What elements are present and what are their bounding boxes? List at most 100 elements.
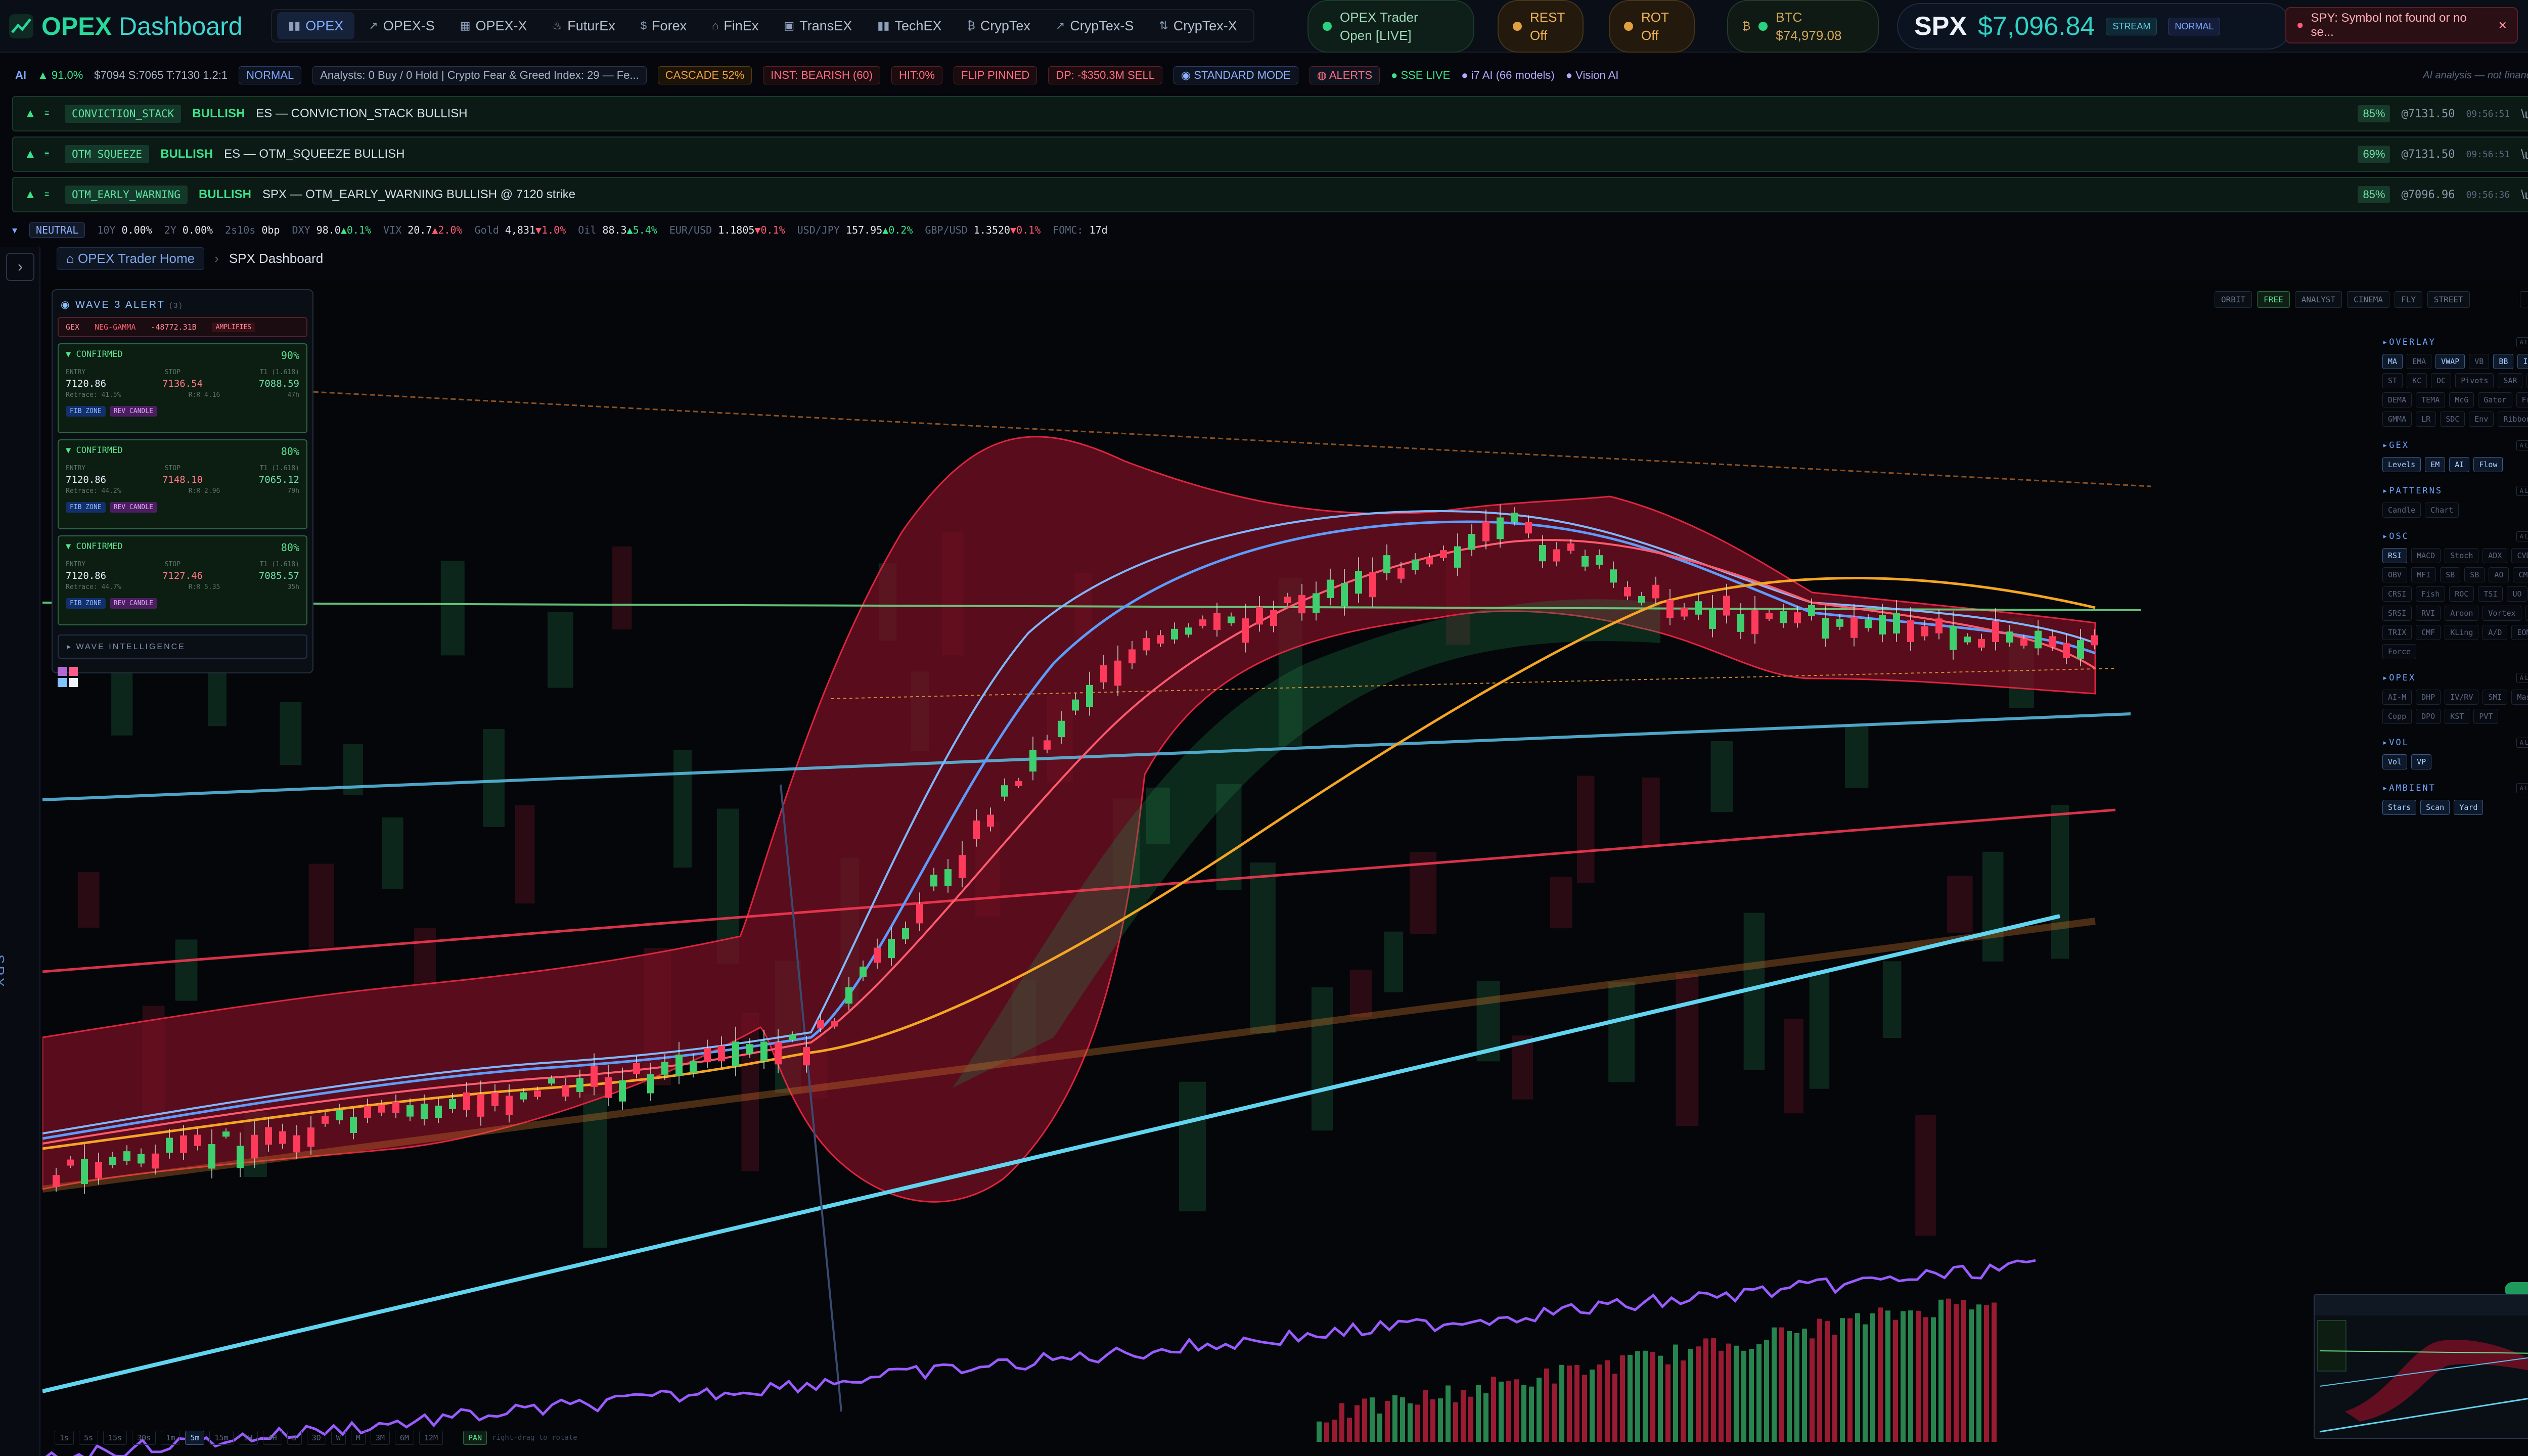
breadcrumb-home[interactable]: ⌂ OPEX Trader Home (57, 247, 205, 270)
timeframe-D[interactable]: D (287, 1431, 302, 1445)
indicator-toggle[interactable]: DHP (2416, 690, 2441, 705)
timeframe-W[interactable]: W (331, 1431, 346, 1445)
tab-cryptex-s[interactable]: ↗ CrypTex-S (1045, 12, 1145, 39)
timeframe-15s[interactable]: 15s (103, 1431, 127, 1445)
indicator-toggle[interactable]: Env (2469, 412, 2494, 427)
section-header[interactable]: ▸ OPEXALLOFF (2382, 671, 2528, 685)
timeframe-6M[interactable]: 6M (394, 1431, 414, 1445)
timeframe-3D[interactable]: 3D (306, 1431, 326, 1445)
indicator-toggle[interactable]: Chart (2425, 503, 2459, 518)
dismiss-signal-button[interactable]: \u00D7 (2521, 147, 2528, 162)
indicator-toggle[interactable]: BB (2493, 354, 2514, 369)
dismiss-signal-button[interactable]: \u00D7 (2521, 187, 2528, 203)
view-mode-cinema[interactable]: CINEMA (2347, 291, 2389, 308)
wave-intelligence-toggle[interactable]: ▸ WAVE INTELLIGENCE (58, 634, 307, 659)
indicator-toggle[interactable]: KST (2445, 709, 2470, 724)
indicator-toggle[interactable]: MFI (2411, 567, 2436, 582)
indicator-toggle[interactable]: Aroon (2445, 606, 2479, 621)
section-header[interactable]: ▸ GEXALLOFF (2382, 439, 2528, 452)
section-header[interactable]: ▸ VOLALLOFF (2382, 736, 2528, 749)
indicator-toggle[interactable]: Mass (2511, 690, 2528, 705)
indicator-toggle[interactable]: Fish (2416, 586, 2446, 602)
timeframe-15m[interactable]: 15m (209, 1431, 234, 1445)
section-header[interactable]: ▸ AMBIENTALLOFF (2382, 782, 2528, 795)
indicator-toggle[interactable]: ROC (2449, 586, 2474, 602)
signal-row[interactable]: ▲ ≡ OTM_SQUEEZE BULLISH ES — OTM_SQUEEZE BUL… (12, 136, 2528, 172)
indicator-toggle[interactable]: VP (2411, 754, 2432, 769)
timeframe-1H[interactable]: 1H (238, 1431, 258, 1445)
timeframe-1m[interactable]: 1m (161, 1431, 180, 1445)
timeframe-4H[interactable]: 4H (262, 1431, 282, 1445)
indicator-toggle[interactable]: EMA (2407, 354, 2432, 369)
indicator-toggle[interactable]: Yard (2454, 800, 2484, 815)
alerts-button[interactable]: ◍ ALERTS (1309, 66, 1380, 84)
indicator-toggle[interactable]: MACD (2411, 548, 2441, 563)
tab-futurex[interactable]: ♨ FuturEx (541, 12, 626, 39)
timeframe-3M[interactable]: 3M (370, 1431, 390, 1445)
indicator-toggle[interactable]: MA (2382, 354, 2403, 369)
wave-signal-card[interactable]: ▼ CONFIRMED 80% ENTRY STOP T1 (1.618) 7120.86… (58, 535, 307, 625)
indicator-toggle[interactable]: DPO (2416, 709, 2441, 724)
indicator-toggle[interactable]: SDC (2440, 412, 2465, 427)
minimap[interactable] (2314, 1294, 2528, 1439)
indicator-toggle[interactable]: Stars (2382, 800, 2417, 815)
indicator-toggle[interactable]: PVT (2473, 709, 2499, 724)
indicator-toggle[interactable]: DC (2431, 373, 2452, 388)
pan-mode-button[interactable]: PAN (463, 1431, 487, 1445)
indicator-toggle[interactable]: AI (2449, 457, 2470, 472)
trader-status-pill[interactable]: OPEX Trader Open [LIVE] (1307, 0, 1474, 53)
timeframe-1s[interactable]: 1s (55, 1431, 74, 1445)
tab-forex[interactable]: $ Forex (629, 12, 698, 39)
indicator-toggle[interactable]: Frac (2516, 392, 2528, 407)
signal-row[interactable]: ▲ ≡ CONVICTION_STACK BULLISH ES — CONVICTION… (12, 96, 2528, 131)
timeframe-12M[interactable]: 12M (419, 1431, 443, 1445)
indicator-toggle[interactable]: CMO (2513, 567, 2528, 582)
indicator-toggle[interactable]: CVD (2511, 548, 2528, 563)
timeframe-M[interactable]: M (350, 1431, 366, 1445)
enable-all-button[interactable]: ALL (2516, 337, 2528, 347)
enable-all-button[interactable]: ALL (2516, 440, 2528, 450)
collapse-ticker-button[interactable]: ▾ (12, 224, 17, 237)
enable-all-button[interactable]: ALL (2516, 783, 2528, 793)
tab-finex[interactable]: ⌂ FinEx (701, 12, 770, 39)
wave-alert-header[interactable]: ◉ WAVE 3 ALERT (3) (61, 298, 304, 311)
hide-panels-button[interactable]: HIDE (2520, 291, 2528, 307)
indicator-toggle[interactable]: VWAP (2435, 354, 2465, 369)
indicator-toggle[interactable]: ADX (2482, 548, 2508, 563)
indicator-toggle[interactable]: LR (2416, 412, 2436, 427)
chart-canvas[interactable] (42, 279, 2528, 1456)
enable-all-button[interactable]: ALL (2516, 673, 2528, 683)
indicator-toggle[interactable]: Vol (2382, 754, 2408, 769)
indicator-toggle[interactable]: SRSI (2382, 606, 2412, 621)
spx-quote-box[interactable]: SPX $7,096.84 STREAM NORMAL (1897, 3, 2291, 50)
wave-signal-card[interactable]: ▼ CONFIRMED 90% ENTRY STOP T1 (1.618) 7120.86… (58, 343, 307, 433)
indicator-toggle[interactable]: AI-M (2382, 690, 2412, 705)
rot-status-pill[interactable]: ROT Off (1609, 0, 1695, 53)
indicator-toggle[interactable]: Vortex (2482, 606, 2521, 621)
btc-price-pill[interactable]: ₿ BTC $74,979.08 (1727, 0, 1879, 53)
section-header[interactable]: ▸ OVERLAYALLOFF (2382, 336, 2528, 349)
indicator-toggle[interactable]: SB (2440, 567, 2461, 582)
indicator-toggle[interactable]: TRIX (2382, 625, 2412, 640)
view-mode-analyst[interactable]: ANALYST (2294, 291, 2342, 308)
tab-opex-x[interactable]: ▦ OPEX-X (449, 12, 538, 39)
3d-chart-viewport[interactable] (42, 279, 2528, 1456)
enable-all-button[interactable]: ALL (2516, 738, 2528, 748)
wave-signal-card[interactable]: ▼ CONFIRMED 80% ENTRY STOP T1 (1.618) 7120.86… (58, 439, 307, 529)
indicator-toggle[interactable]: Flow (2473, 457, 2503, 472)
indicator-toggle[interactable]: ST (2382, 373, 2403, 388)
indicator-toggle[interactable]: SB (2464, 567, 2485, 582)
close-icon[interactable]: × (2499, 17, 2507, 33)
indicator-toggle[interactable]: TEMA (2416, 392, 2446, 407)
indicator-toggle[interactable]: Candle (2382, 503, 2421, 518)
indicator-toggle[interactable]: SAR (2498, 373, 2523, 388)
view-mode-free[interactable]: FREE (2257, 291, 2290, 308)
tab-opex-s[interactable]: ↗ OPEX-S (357, 12, 445, 39)
indicator-toggle[interactable]: EM (2425, 457, 2446, 472)
indicator-toggle[interactable]: Levels (2382, 457, 2421, 472)
expand-sidebar-button[interactable]: › (6, 253, 34, 281)
indicator-toggle[interactable]: CRSI (2382, 586, 2412, 602)
rest-status-pill[interactable]: REST Off (1498, 0, 1584, 53)
indicator-toggle[interactable]: AO (2489, 567, 2509, 582)
view-mode-orbit[interactable]: ORBIT (2215, 291, 2252, 308)
